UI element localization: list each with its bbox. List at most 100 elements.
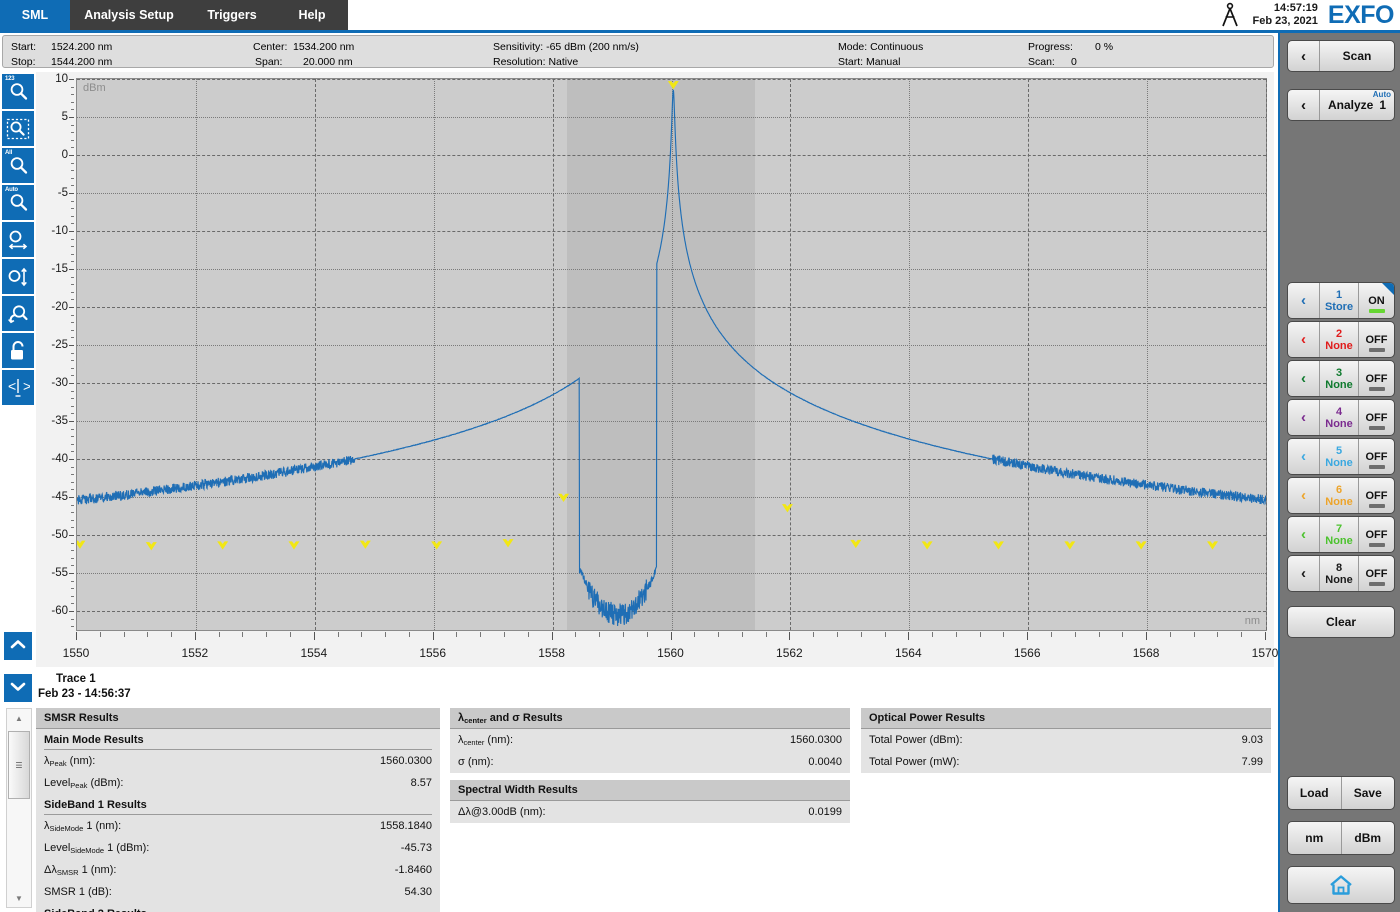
load-save-group[interactable]: Load Save [1287, 776, 1395, 810]
y-tick [69, 459, 74, 460]
x-tick [1146, 632, 1147, 640]
y-minor-tick [71, 330, 74, 331]
x-tick [76, 632, 77, 640]
trace-8-state-toggle[interactable]: OFF [1358, 556, 1394, 591]
trace-5-prev-arrow-icon[interactable]: ‹ [1288, 439, 1320, 474]
table-row: λPeak (nm): 1560.0300 [36, 750, 440, 772]
trace-1-name: Store [1325, 301, 1353, 313]
x-tick-label: 1562 [776, 646, 803, 660]
unit-nm-button[interactable]: nm [1288, 822, 1342, 854]
trace-1-info: 1Store [1320, 283, 1358, 318]
optical-power-column: Optical Power Results Total Power (dBm):… [861, 708, 1271, 773]
x-minor-tick [171, 632, 172, 637]
trace-2-state-toggle[interactable]: OFF [1358, 322, 1394, 357]
nav-right-cluster: 14:57:19 Feb 23, 2021 EXFO [1218, 0, 1400, 30]
level-sidemode-1-value: -45.73 [401, 842, 432, 854]
tab-sml[interactable]: SML [0, 0, 70, 30]
home-button[interactable] [1287, 866, 1395, 904]
trace-2-info: 2None [1320, 322, 1358, 357]
trace-7-state-toggle[interactable]: OFF [1358, 517, 1394, 552]
trace-3-prev-arrow-icon[interactable]: ‹ [1288, 361, 1320, 396]
clear-label: Clear [1288, 607, 1394, 637]
y-minor-tick [71, 246, 74, 247]
results-trace-title: Trace 1 [56, 673, 96, 685]
y-tick [69, 79, 74, 80]
tab-triggers[interactable]: Triggers [188, 0, 276, 30]
level-peak-value: 8.57 [411, 777, 432, 789]
save-button[interactable]: Save [1342, 777, 1395, 809]
trace-5-state-toggle[interactable]: OFF [1358, 439, 1394, 474]
zoom-undo-icon-button[interactable] [2, 296, 34, 331]
x-minor-tick [409, 632, 410, 637]
y-tick [69, 611, 74, 612]
trace-1-path [77, 90, 1266, 626]
trace-1-prev-arrow-icon[interactable]: ‹ [1288, 283, 1320, 318]
scan-label: Scan [1320, 41, 1394, 71]
load-button[interactable]: Load [1288, 777, 1342, 809]
trace-8-prev-arrow-icon[interactable]: ‹ [1288, 556, 1320, 591]
tab-analysis-setup[interactable]: Analysis Setup [70, 0, 188, 30]
y-tick [69, 497, 74, 498]
x-minor-tick [599, 632, 600, 637]
zoom-vertical-icon-button[interactable] [2, 259, 34, 294]
lambda-center-value: 1560.0300 [790, 734, 842, 746]
zoom-box-icon-button[interactable] [2, 111, 34, 146]
x-tick [1027, 632, 1028, 640]
trace-row-2[interactable]: ‹2NoneOFF [1287, 321, 1395, 358]
trace-row-5[interactable]: ‹5NoneOFF [1287, 438, 1395, 475]
zoom-horizontal-icon-button[interactable] [2, 222, 34, 257]
zoom-all-icon-button[interactable]: All [2, 148, 34, 183]
table-row: Δλ@3.00dB (nm): 0.0199 [450, 801, 850, 823]
trace-row-4[interactable]: ‹4NoneOFF [1287, 399, 1395, 436]
trace-6-state-toggle[interactable]: OFF [1358, 478, 1394, 513]
peak-marker-icon [1208, 542, 1216, 548]
trace-6-prev-arrow-icon[interactable]: ‹ [1288, 478, 1320, 513]
x-minor-tick [1194, 632, 1195, 637]
trace-7-prev-arrow-icon[interactable]: ‹ [1288, 517, 1320, 552]
trace-row-7[interactable]: ‹7NoneOFF [1287, 516, 1395, 553]
zoom-auto-icon-button[interactable]: Auto [2, 185, 34, 220]
unit-toggle-group[interactable]: nm dBm [1287, 821, 1395, 855]
status-start-value: 1524.200 nm [51, 41, 112, 53]
scan-button[interactable]: ‹ Scan [1287, 40, 1395, 72]
triangle-up-icon[interactable]: ▲ [7, 709, 31, 727]
chart-collapse-up-button[interactable] [4, 632, 32, 660]
unit-dbm-button[interactable]: dBm [1342, 822, 1395, 854]
trace-4-state-toggle[interactable]: OFF [1358, 400, 1394, 435]
y-tick-label: -50 [51, 529, 68, 541]
x-axis-labels: 1550155215541556155815601562156415661568… [76, 632, 1267, 666]
trace-3-state-toggle[interactable]: OFF [1358, 361, 1394, 396]
trace-row-6[interactable]: ‹6NoneOFF [1287, 477, 1395, 514]
analyze-button[interactable]: ‹ Analyze 1 Auto [1287, 89, 1395, 121]
spectrum-chart[interactable]: 1050-5-10-15-20-25-30-35-40-45-50-55-60 … [36, 72, 1274, 667]
compass-icon [1218, 2, 1242, 28]
trace-2-prev-arrow-icon[interactable]: ‹ [1288, 322, 1320, 357]
x-minor-tick [718, 632, 719, 637]
results-collapse-button[interactable] [4, 674, 32, 702]
y-minor-tick [71, 596, 74, 597]
zoom-123-icon-button[interactable]: 123 [2, 74, 34, 109]
analyze-prev-arrow-icon[interactable]: ‹ [1288, 90, 1320, 120]
trace-4-prev-arrow-icon[interactable]: ‹ [1288, 400, 1320, 435]
clear-button[interactable]: Clear [1287, 606, 1395, 638]
grip-icon[interactable]: ☰ [8, 731, 30, 799]
triangle-down-icon[interactable]: ▼ [7, 889, 31, 907]
y-tick [69, 345, 74, 346]
y-tick [69, 573, 74, 574]
scan-prev-arrow-icon[interactable]: ‹ [1288, 41, 1320, 71]
plot-area[interactable]: dBm nm [76, 78, 1267, 631]
trace-7-number: 7 [1336, 523, 1342, 535]
delta-lambda-3db-value: 0.0199 [808, 806, 842, 818]
y-tick [69, 535, 74, 536]
trace-row-1[interactable]: ‹1StoreON [1287, 282, 1395, 319]
trace-row-3[interactable]: ‹3NoneOFF [1287, 360, 1395, 397]
lock-icon-button[interactable] [2, 333, 34, 368]
x-tick-label: 1564 [895, 646, 922, 660]
trace-row-8[interactable]: ‹8NoneOFF [1287, 555, 1395, 592]
results-scrollbar[interactable]: ▲ ☰ ▼ [6, 708, 32, 908]
total-power-mw-label: Total Power (mW): [869, 756, 959, 768]
tab-help[interactable]: Help [276, 0, 348, 30]
y-minor-tick [71, 406, 74, 407]
y-tick [69, 193, 74, 194]
delta-lambda-icon-button[interactable]: <> [2, 370, 34, 405]
